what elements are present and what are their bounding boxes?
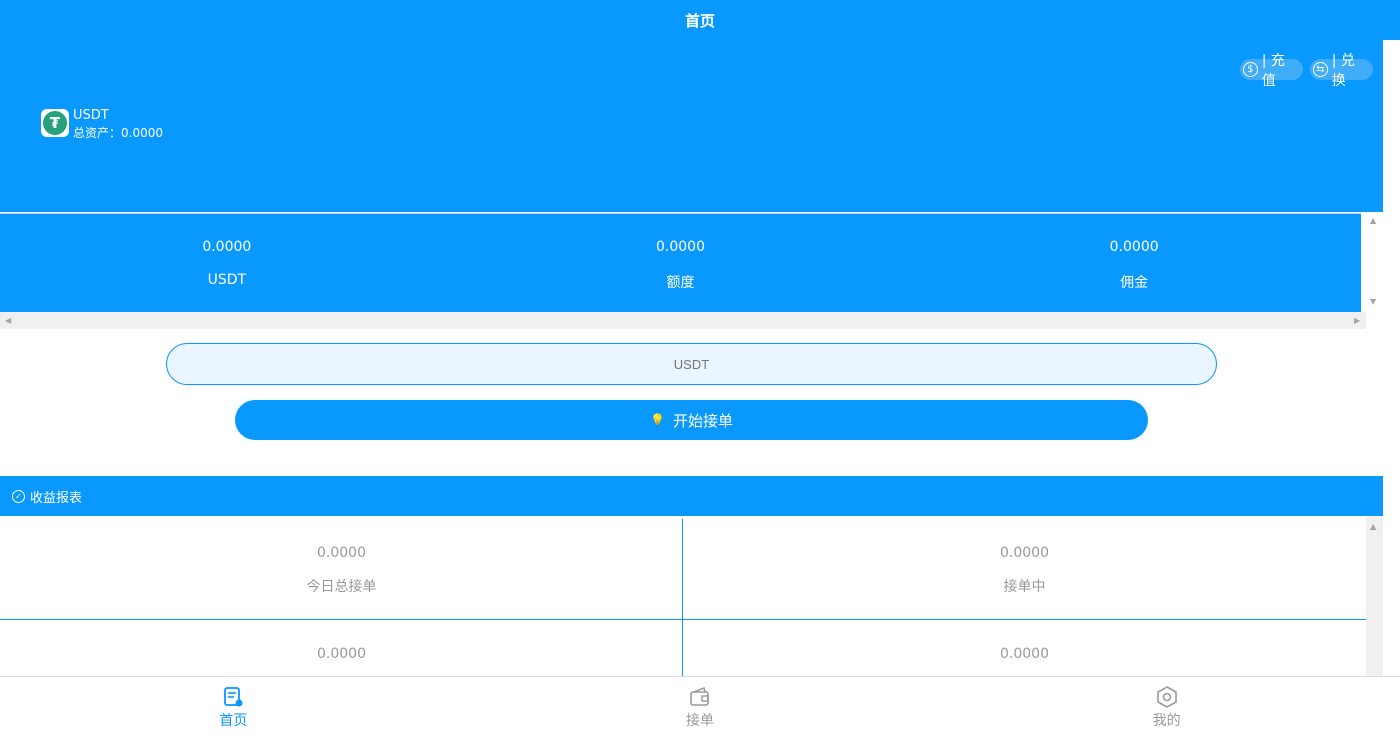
asset-total-label: 总资产：	[73, 126, 122, 140]
exchange-icon: ⇆	[1313, 62, 1328, 77]
grid-divider	[682, 519, 683, 677]
recharge-icon: $	[1243, 62, 1258, 77]
hexagon-icon	[1156, 686, 1177, 708]
recharge-button[interactable]: $ | 充值	[1240, 53, 1303, 89]
report-grid: 0.0000 今日总接单 0.0000 接单中 0.0000 0.0000	[0, 519, 1366, 677]
stats-horizontal-scrollbar[interactable]: ◀ ▶	[0, 312, 1366, 329]
hero-panel	[0, 0, 1383, 212]
stat-commission: 0.0000 佣金	[907, 214, 1361, 312]
asset-total-value: 0.0000	[121, 126, 164, 140]
tab-label: 接单	[686, 713, 714, 729]
app-page: 首页 $ | 充值 ⇆ | 兑换 ₮ USDT 总资产：0.0000 0.000…	[0, 0, 1400, 737]
stat-label: USDT	[207, 272, 247, 288]
report-value: 0.0000	[1000, 646, 1049, 662]
stats-vertical-scrollbar[interactable]: ▲ ▼	[1366, 213, 1383, 313]
asset-summary: ₮ USDT 总资产：0.0000	[41, 109, 163, 143]
stat-usdt: 0.0000 USDT	[0, 214, 454, 312]
exchange-label: | 兑换	[1331, 52, 1355, 89]
tab-label: 首页	[219, 713, 248, 729]
scroll-up-icon[interactable]: ▲	[1370, 522, 1376, 531]
grid-divider	[0, 619, 1366, 620]
tab-label: 我的	[1152, 713, 1181, 729]
report-cell: 0.0000	[0, 620, 683, 677]
report-header: ✓ 收益报表	[0, 476, 1383, 516]
start-order-label: 开始接单	[672, 411, 733, 430]
order-amount-input[interactable]	[166, 343, 1217, 385]
report-cell-in-progress: 0.0000 接单中	[683, 519, 1366, 596]
report-title: 收益报表	[30, 490, 83, 506]
asset-total: 总资产：0.0000	[73, 123, 163, 143]
start-order-button[interactable]: 💡 开始接单	[235, 400, 1148, 440]
chart-icon: ✓	[12, 489, 25, 503]
tab-orders[interactable]: 接单	[467, 677, 934, 737]
bulb-icon: 💡	[650, 413, 665, 427]
bottom-tab-bar: 首页 接单 我的	[0, 676, 1400, 737]
stat-quota: 0.0000 额度	[454, 214, 908, 312]
stat-value: 0.0000	[656, 239, 705, 255]
report-label: 今日总接单	[306, 579, 377, 595]
tab-home[interactable]: 首页	[0, 677, 467, 737]
exchange-button[interactable]: ⇆ | 兑换	[1310, 53, 1373, 89]
stat-label: 额度	[666, 275, 695, 291]
report-cell: 0.0000	[683, 620, 1366, 677]
recharge-label: | 充值	[1261, 52, 1285, 89]
stats-scroll-area: 0.0000 USDT 0.0000 额度 0.0000 佣金 ▲ ▼ ◀ ▶	[0, 212, 1383, 329]
report-value: 0.0000	[317, 545, 366, 561]
scroll-right-icon[interactable]: ▶	[1354, 316, 1360, 325]
tab-profile[interactable]: 我的	[933, 677, 1400, 737]
report-value: 0.0000	[1000, 545, 1049, 561]
stat-value: 0.0000	[1109, 239, 1159, 255]
wallet-icon	[690, 686, 709, 706]
scroll-up-icon[interactable]: ▲	[1370, 216, 1376, 225]
report-vertical-scrollbar[interactable]: ▲	[1366, 517, 1383, 677]
page-title: 首页	[684, 12, 715, 30]
report-cell-today-orders: 0.0000 今日总接单	[0, 519, 683, 596]
stats-row: 0.0000 USDT 0.0000 额度 0.0000 佣金	[0, 213, 1361, 312]
stat-value: 0.0000	[202, 239, 252, 255]
scroll-left-icon[interactable]: ◀	[5, 316, 11, 325]
stat-label: 佣金	[1120, 275, 1149, 291]
report-value: 0.0000	[317, 646, 366, 662]
scroll-down-icon[interactable]: ▼	[1370, 297, 1376, 306]
usdt-logo-icon: ₮	[41, 109, 69, 137]
report-label: 接单中	[1003, 579, 1046, 595]
home-icon	[224, 687, 243, 707]
asset-name: USDT	[73, 108, 109, 123]
